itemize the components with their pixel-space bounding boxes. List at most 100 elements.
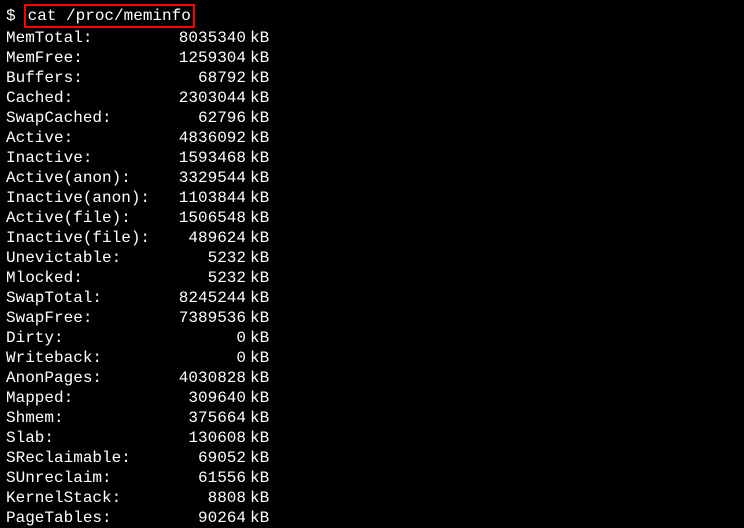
- meminfo-row: PageTables:90264kB: [6, 508, 738, 528]
- meminfo-value: 0: [156, 328, 246, 348]
- meminfo-label: Unevictable:: [6, 248, 156, 268]
- meminfo-row: SwapCached:62796kB: [6, 108, 738, 128]
- meminfo-value: 1506548: [156, 208, 246, 228]
- meminfo-unit: kB: [250, 88, 269, 108]
- meminfo-label: Slab:: [6, 428, 156, 448]
- meminfo-unit: kB: [250, 108, 269, 128]
- prompt-symbol: $: [6, 6, 16, 26]
- meminfo-value: 0: [156, 348, 246, 368]
- meminfo-value: 69052: [156, 448, 246, 468]
- meminfo-label: KernelStack:: [6, 488, 156, 508]
- meminfo-unit: kB: [250, 268, 269, 288]
- meminfo-unit: kB: [250, 408, 269, 428]
- meminfo-value: 8245244: [156, 288, 246, 308]
- meminfo-unit: kB: [250, 348, 269, 368]
- meminfo-row: SReclaimable:69052kB: [6, 448, 738, 468]
- meminfo-value: 8035340: [156, 28, 246, 48]
- meminfo-row: SwapFree:7389536kB: [6, 308, 738, 328]
- meminfo-value: 4030828: [156, 368, 246, 388]
- meminfo-label: SwapCached:: [6, 108, 156, 128]
- meminfo-unit: kB: [250, 128, 269, 148]
- meminfo-row: SUnreclaim:61556kB: [6, 468, 738, 488]
- meminfo-unit: kB: [250, 308, 269, 328]
- meminfo-unit: kB: [250, 368, 269, 388]
- meminfo-value: 3329544: [156, 168, 246, 188]
- meminfo-row: MemFree:1259304kB: [6, 48, 738, 68]
- meminfo-value: 90264: [156, 508, 246, 528]
- meminfo-output: MemTotal:8035340kBMemFree:1259304kBBuffe…: [6, 28, 738, 528]
- meminfo-label: Mlocked:: [6, 268, 156, 288]
- meminfo-label: Dirty:: [6, 328, 156, 348]
- meminfo-label: Active(anon):: [6, 168, 156, 188]
- meminfo-unit: kB: [250, 208, 269, 228]
- meminfo-label: AnonPages:: [6, 368, 156, 388]
- meminfo-unit: kB: [250, 488, 269, 508]
- meminfo-value: 1259304: [156, 48, 246, 68]
- meminfo-unit: kB: [250, 388, 269, 408]
- meminfo-unit: kB: [250, 228, 269, 248]
- meminfo-unit: kB: [250, 328, 269, 348]
- meminfo-label: Shmem:: [6, 408, 156, 428]
- meminfo-label: Active:: [6, 128, 156, 148]
- meminfo-row: Mlocked:5232kB: [6, 268, 738, 288]
- meminfo-unit: kB: [250, 68, 269, 88]
- meminfo-value: 489624: [156, 228, 246, 248]
- meminfo-label: MemTotal:: [6, 28, 156, 48]
- meminfo-value: 375664: [156, 408, 246, 428]
- meminfo-value: 62796: [156, 108, 246, 128]
- meminfo-row: Slab:130608kB: [6, 428, 738, 448]
- meminfo-unit: kB: [250, 468, 269, 488]
- meminfo-unit: kB: [250, 188, 269, 208]
- meminfo-value: 309640: [156, 388, 246, 408]
- meminfo-label: Inactive:: [6, 148, 156, 168]
- meminfo-row: MemTotal:8035340kB: [6, 28, 738, 48]
- meminfo-row: Cached:2303044kB: [6, 88, 738, 108]
- meminfo-row: Dirty:0kB: [6, 328, 738, 348]
- meminfo-row: Inactive(file):489624kB: [6, 228, 738, 248]
- meminfo-value: 4836092: [156, 128, 246, 148]
- meminfo-unit: kB: [250, 508, 269, 528]
- meminfo-row: AnonPages:4030828kB: [6, 368, 738, 388]
- meminfo-value: 5232: [156, 248, 246, 268]
- meminfo-row: Writeback:0kB: [6, 348, 738, 368]
- meminfo-row: SwapTotal:8245244kB: [6, 288, 738, 308]
- meminfo-label: Inactive(file):: [6, 228, 156, 248]
- meminfo-unit: kB: [250, 248, 269, 268]
- meminfo-unit: kB: [250, 448, 269, 468]
- meminfo-label: Buffers:: [6, 68, 156, 88]
- meminfo-value: 130608: [156, 428, 246, 448]
- meminfo-value: 1103844: [156, 188, 246, 208]
- command-text: cat /proc/meminfo: [24, 4, 195, 28]
- meminfo-row: Active:4836092kB: [6, 128, 738, 148]
- meminfo-value: 68792: [156, 68, 246, 88]
- meminfo-value: 8808: [156, 488, 246, 508]
- meminfo-unit: kB: [250, 288, 269, 308]
- meminfo-value: 7389536: [156, 308, 246, 328]
- meminfo-row: KernelStack:8808kB: [6, 488, 738, 508]
- meminfo-row: Active(file):1506548kB: [6, 208, 738, 228]
- meminfo-label: SReclaimable:: [6, 448, 156, 468]
- meminfo-label: SwapTotal:: [6, 288, 156, 308]
- meminfo-label: Mapped:: [6, 388, 156, 408]
- meminfo-row: Inactive:1593468kB: [6, 148, 738, 168]
- meminfo-label: PageTables:: [6, 508, 156, 528]
- command-prompt-line[interactable]: $ cat /proc/meminfo: [6, 4, 738, 28]
- meminfo-row: Active(anon):3329544kB: [6, 168, 738, 188]
- meminfo-label: Inactive(anon):: [6, 188, 156, 208]
- meminfo-row: Unevictable:5232kB: [6, 248, 738, 268]
- meminfo-unit: kB: [250, 28, 269, 48]
- meminfo-label: SwapFree:: [6, 308, 156, 328]
- meminfo-row: Inactive(anon):1103844kB: [6, 188, 738, 208]
- meminfo-label: Active(file):: [6, 208, 156, 228]
- meminfo-value: 2303044: [156, 88, 246, 108]
- meminfo-unit: kB: [250, 148, 269, 168]
- meminfo-value: 1593468: [156, 148, 246, 168]
- meminfo-unit: kB: [250, 428, 269, 448]
- meminfo-label: MemFree:: [6, 48, 156, 68]
- meminfo-unit: kB: [250, 168, 269, 188]
- meminfo-row: Shmem:375664kB: [6, 408, 738, 428]
- meminfo-value: 61556: [156, 468, 246, 488]
- meminfo-row: Mapped:309640kB: [6, 388, 738, 408]
- meminfo-label: Writeback:: [6, 348, 156, 368]
- meminfo-label: Cached:: [6, 88, 156, 108]
